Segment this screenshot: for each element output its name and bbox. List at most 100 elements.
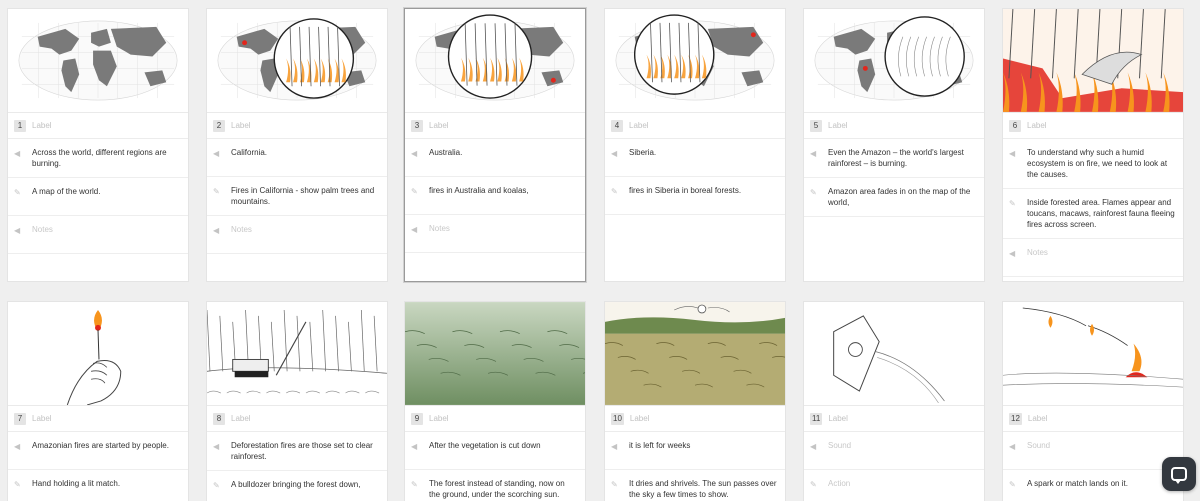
panel-dialogue-text: To understand why such a humid ecosystem… [1027, 148, 1168, 179]
panel-label-row[interactable]: 9 Label [405, 406, 585, 432]
panel-label[interactable]: Label [32, 414, 52, 423]
panel-label[interactable]: Label [828, 121, 848, 130]
panel-card[interactable]: 12 Label ◀ Sound ✎ A spark or match lands on … [1002, 301, 1184, 501]
panel-action-field[interactable]: ✎ Amazon area fades in on the map of the … [804, 178, 984, 217]
panel-notes-field[interactable]: ◀ Notes [8, 216, 188, 254]
panel-action-field[interactable]: ✎ Action [804, 470, 984, 501]
panel-thumbnail[interactable] [1003, 302, 1183, 406]
panel-label[interactable]: Label [429, 121, 449, 130]
panel-action-field[interactable]: ✎ A bulldozer bringing the forest down, [207, 471, 387, 501]
panel-number: 1 [14, 119, 26, 132]
chat-bubble-icon [1171, 467, 1187, 484]
panel-label-row[interactable]: 12 Label [1003, 406, 1183, 432]
panel-dialogue-field[interactable]: ◀ Siberia. [605, 139, 785, 177]
action-icon: ✎ [611, 187, 618, 196]
panel-notes-field[interactable]: ◀ Notes [405, 215, 585, 253]
panel-card[interactable]: 9 Label ◀ After the vegetation is cut down ✎… [404, 301, 586, 501]
panel-action-field[interactable]: ✎ The forest instead of standing, now on … [405, 470, 585, 501]
panel-dialogue-field[interactable]: ◀ Sound [1003, 432, 1183, 470]
action-icon: ✎ [14, 188, 21, 197]
panel-card[interactable]: 7 Label ◀ Amazonian fires are started by pe… [7, 301, 189, 501]
panel-dialogue-field[interactable]: ◀ To understand why such a humid ecosyste… [1003, 139, 1183, 189]
panel-dialogue-text: Even the Amazon – the world's largest ra… [828, 148, 964, 168]
notes-icon: ◀ [1009, 249, 1016, 258]
panel-dialogue-field[interactable]: ◀ California. [207, 139, 387, 177]
panel-label-row[interactable]: 4 Label [605, 113, 785, 139]
panel-card[interactable]: 5 Label ◀ Even the Amazon – the world's lar… [803, 8, 985, 282]
panel-card[interactable]: 8 Label ◀ Deforestation fires are those set… [206, 301, 388, 501]
dialogue-icon: ◀ [14, 442, 21, 451]
panel-thumbnail[interactable] [1003, 9, 1183, 113]
panel-label[interactable]: Label [630, 414, 650, 423]
panel-number: 11 [810, 412, 823, 425]
panel-dialogue-field[interactable]: ◀ it is left for weeks [605, 432, 785, 470]
panel-notes-field[interactable]: ◀ Notes [207, 216, 387, 254]
panel-label[interactable]: Label [828, 414, 848, 423]
panel-dialogue-field[interactable]: ◀ Amazonian fires are started by people. [8, 432, 188, 470]
panel-label[interactable]: Label [1027, 121, 1047, 130]
panel-number: 5 [810, 119, 822, 132]
panel-action-field[interactable]: ✎ Hand holding a lit match. [8, 470, 188, 501]
panel-label-row[interactable]: 7 Label [8, 406, 188, 432]
panel-thumbnail[interactable] [8, 302, 188, 406]
panel-action-field[interactable]: ✎ A spark or match lands on it. [1003, 470, 1183, 501]
panel-thumbnail[interactable] [207, 302, 387, 406]
panel-label[interactable]: Label [429, 414, 449, 423]
panel-thumbnail[interactable] [804, 302, 984, 406]
panel-thumbnail[interactable] [804, 9, 984, 113]
panel-thumbnail[interactable] [405, 302, 585, 406]
panel-label-row[interactable]: 8 Label [207, 406, 387, 432]
panel-thumbnail[interactable] [405, 9, 585, 113]
panel-action-field[interactable]: ✎ Inside forested area. Flames appear and… [1003, 189, 1183, 239]
panel-number: 2 [213, 119, 225, 132]
panel-label-row[interactable]: 5 Label [804, 113, 984, 139]
dialogue-icon: ◀ [411, 149, 418, 158]
panel-action-text: It dries and shrivels. The sun passes ov… [629, 479, 777, 499]
panel-action-text: Amazon area fades in on the map of the w… [828, 187, 971, 207]
panel-label[interactable]: Label [231, 414, 251, 423]
panel-dialogue-text: it is left for weeks [629, 441, 691, 450]
action-icon: ✎ [1009, 480, 1016, 489]
panel-number: 7 [14, 412, 26, 425]
panel-dialogue-field[interactable]: ◀ Deforestation fires are those set to cl… [207, 432, 387, 471]
panel-action-text: A bulldozer bringing the forest down, [231, 480, 361, 489]
panel-label[interactable]: Label [629, 121, 649, 130]
panel-card[interactable]: 11 Label ◀ Sound ✎ Action [803, 301, 985, 501]
panel-dialogue-field[interactable]: ◀ After the vegetation is cut down [405, 432, 585, 470]
panel-card[interactable]: 3 Label ◀ Australia. ✎ fires in Australia and… [404, 8, 586, 282]
panel-dialogue-field[interactable]: ◀ Even the Amazon – the world's largest r… [804, 139, 984, 178]
panel-label-row[interactable]: 10 Label [605, 406, 785, 432]
panel-action-field[interactable]: ✎ It dries and shrivels. The sun passes o… [605, 470, 785, 501]
panel-card[interactable]: 2 Label ◀ California. ✎ Fires in California -… [206, 8, 388, 282]
panel-dialogue-text: After the vegetation is cut down [429, 441, 541, 450]
panel-dialogue-field[interactable]: ◀ Australia. [405, 139, 585, 177]
panel-action-field[interactable]: ✎ Fires in California - show palm trees a… [207, 177, 387, 216]
panel-label-row[interactable]: 2 Label [207, 113, 387, 139]
panel-label[interactable]: Label [1028, 414, 1048, 423]
panel-card[interactable]: 10 Label ◀ it is left for weeks ✎ It dries an… [604, 301, 786, 501]
panel-action-text: A map of the world. [32, 187, 101, 196]
panel-thumbnail[interactable] [605, 9, 785, 113]
panel-card[interactable]: 1 Label ◀ Across the world, different regio… [7, 8, 189, 282]
panel-label-row[interactable]: 1 Label [8, 113, 188, 139]
panel-notes-field[interactable]: ◀ Notes [1003, 239, 1183, 277]
panel-notes-text: Notes [429, 224, 450, 233]
panel-action-field[interactable]: ✎ fires in Australia and koalas, [405, 177, 585, 215]
panel-dialogue-field[interactable]: ◀ Across the world, different regions are… [8, 139, 188, 178]
panel-card[interactable]: 6 Label ◀ To understand why such a humid ec… [1002, 8, 1184, 282]
panel-label-row[interactable]: 11 Label [804, 406, 984, 432]
panel-label[interactable]: Label [32, 121, 52, 130]
panel-thumbnail[interactable] [605, 302, 785, 406]
panel-thumbnail[interactable] [207, 9, 387, 113]
panel-label-row[interactable]: 6 Label [1003, 113, 1183, 139]
panel-card[interactable]: 4 Label ◀ Siberia. ✎ fires in Siberia in bore… [604, 8, 786, 282]
panel-action-field[interactable]: ✎ fires in Siberia in boreal forests. [605, 177, 785, 215]
action-icon: ✎ [611, 480, 618, 489]
panel-thumbnail[interactable] [8, 9, 188, 113]
panel-dialogue-field[interactable]: ◀ Sound [804, 432, 984, 470]
panel-label[interactable]: Label [231, 121, 251, 130]
panel-label-row[interactable]: 3 Label [405, 113, 585, 139]
panel-dialogue-text: Deforestation fires are those set to cle… [231, 441, 373, 461]
panel-action-field[interactable]: ✎ A map of the world. [8, 178, 188, 216]
chat-button[interactable] [1162, 457, 1196, 491]
